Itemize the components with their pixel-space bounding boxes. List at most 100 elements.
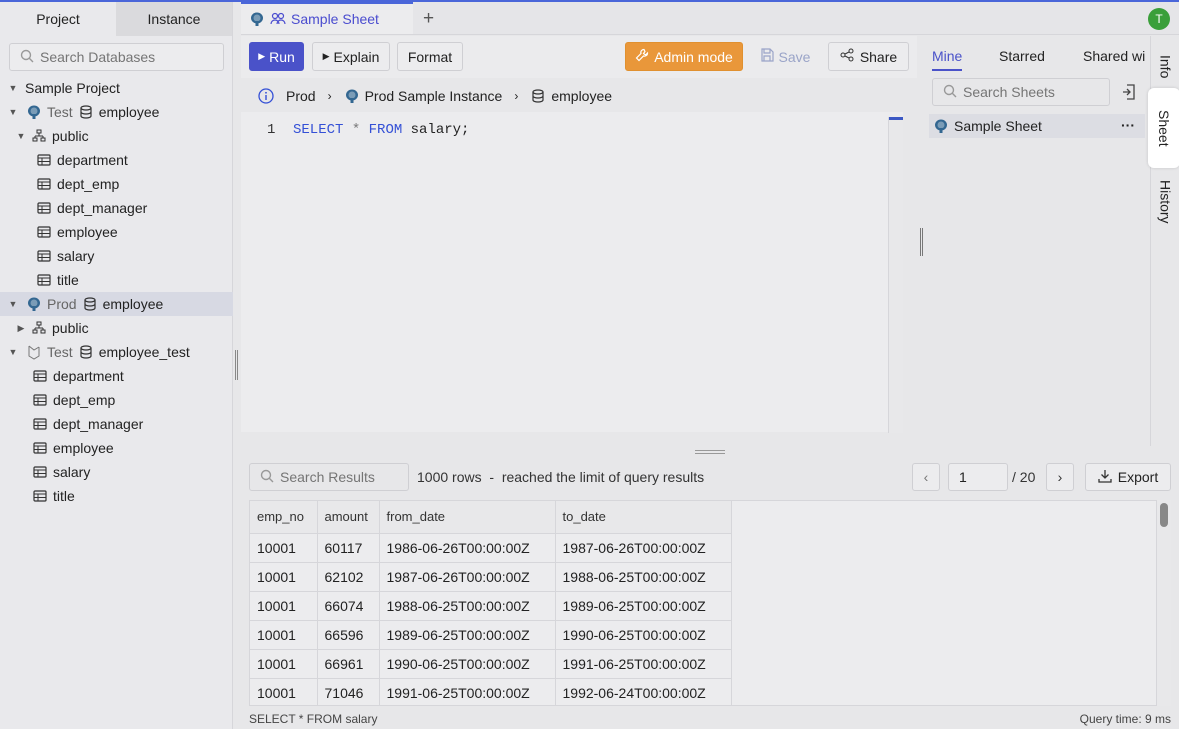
table-cell[interactable]: 1988-06-25T00:00:00Z <box>379 591 556 621</box>
table-cell[interactable]: 1986-06-26T00:00:00Z <box>379 533 556 563</box>
format-button[interactable]: Format <box>397 42 463 71</box>
results-table-wrapper: emp_no amount from_date to_date 10001 601… <box>249 500 1157 706</box>
table-cell[interactable]: 62102 <box>317 562 380 592</box>
results-search-input[interactable] <box>280 469 400 485</box>
table-cell[interactable]: 1989-06-25T00:00:00Z <box>555 591 732 621</box>
tree-table-salary[interactable]: salary <box>0 460 233 484</box>
avatar[interactable]: T <box>1148 8 1170 30</box>
scroll-thumb[interactable] <box>889 117 903 120</box>
column-header[interactable]: from_date <box>379 501 556 534</box>
prev-page-button[interactable]: ‹ <box>912 463 940 491</box>
tree-schema-public[interactable]: ▼ public <box>0 124 233 148</box>
info-icon[interactable] <box>258 88 274 104</box>
tree-table-dept-emp[interactable]: dept_emp <box>0 388 233 412</box>
results-scrollbar[interactable] <box>1157 500 1171 706</box>
table-cell[interactable]: 1991-06-25T00:00:00Z <box>379 678 556 705</box>
share-button[interactable]: Share <box>828 42 909 71</box>
left-resize-handle[interactable] <box>235 350 238 380</box>
tree-table-title[interactable]: title <box>0 484 233 508</box>
tree-table-department[interactable]: department <box>0 364 233 388</box>
database-search-input[interactable] <box>40 49 210 65</box>
table-cell[interactable]: 1987-06-26T00:00:00Z <box>555 533 732 563</box>
sheet-search-input[interactable] <box>963 84 1103 100</box>
table-cell[interactable]: 1992-06-24T00:00:00Z <box>555 678 732 705</box>
import-icon[interactable] <box>1122 84 1136 103</box>
column-header[interactable]: amount <box>317 501 380 534</box>
results-resize-handle[interactable] <box>695 450 725 454</box>
table-cell[interactable]: 10001 <box>250 591 318 621</box>
column-header[interactable]: to_date <box>555 501 732 534</box>
table-cell[interactable]: 66961 <box>317 649 380 679</box>
tab-project[interactable]: Project <box>0 2 116 36</box>
tree-schema-public-prod[interactable]: ▶ public <box>0 316 233 340</box>
save-button[interactable]: Save <box>753 42 817 71</box>
tab-mine[interactable]: Mine <box>932 48 963 71</box>
code-line[interactable]: SELECT * FROM salary; <box>293 122 469 138</box>
caret-right-icon[interactable]: ▶ <box>14 323 28 334</box>
results-search[interactable] <box>249 463 409 491</box>
sheet-list-item[interactable]: Sample Sheet ··· <box>929 114 1145 138</box>
tree-table-dept-manager[interactable]: dept_manager <box>0 412 233 436</box>
play-icon: ▶ <box>322 51 330 61</box>
tree-table-department[interactable]: department <box>0 148 233 172</box>
table-cell[interactable]: 71046 <box>317 678 380 705</box>
table-cell[interactable]: 1990-06-25T00:00:00Z <box>379 649 556 679</box>
tree-table-employee[interactable]: employee <box>0 436 233 460</box>
breadcrumb-instance[interactable]: Prod Sample Instance <box>365 88 503 104</box>
more-icon[interactable]: ··· <box>1121 117 1135 133</box>
tree-db-test-employee[interactable]: ▼ Test employee <box>0 100 233 124</box>
page-input[interactable] <box>948 463 1008 491</box>
breadcrumb-database[interactable]: employee <box>551 88 612 104</box>
tree-table-salary[interactable]: salary <box>0 244 233 268</box>
admin-mode-button[interactable]: Admin mode <box>625 42 743 71</box>
table-cell[interactable]: 66074 <box>317 591 380 621</box>
users-icon <box>270 11 286 27</box>
table-cell[interactable]: 1991-06-25T00:00:00Z <box>555 649 732 679</box>
tab-history[interactable]: History <box>1151 170 1179 234</box>
caret-down-icon[interactable]: ▼ <box>6 83 20 93</box>
run-button[interactable]: ▶ Run <box>249 42 304 71</box>
sheet-search[interactable] <box>932 78 1110 106</box>
right-resize-handle[interactable] <box>920 228 923 256</box>
scroll-thumb[interactable] <box>1160 503 1168 527</box>
breadcrumb-env[interactable]: Prod <box>286 88 316 104</box>
tab-shared[interactable]: Shared wi <box>1083 48 1145 64</box>
postgres-icon <box>26 104 42 120</box>
tree-table-dept-manager[interactable]: dept_manager <box>0 196 233 220</box>
caret-down-icon[interactable]: ▼ <box>14 131 28 141</box>
table-cell[interactable]: 10001 <box>250 649 318 679</box>
tab-sample-sheet[interactable]: Sample Sheet <box>241 2 413 34</box>
tree-table-employee[interactable]: employee <box>0 220 233 244</box>
next-page-button[interactable]: › <box>1046 463 1074 491</box>
table-cell[interactable]: 66596 <box>317 620 380 650</box>
column-header[interactable]: emp_no <box>250 501 318 534</box>
caret-down-icon[interactable]: ▼ <box>6 347 20 357</box>
caret-down-icon[interactable]: ▼ <box>6 299 20 309</box>
tab-info[interactable]: Info <box>1151 42 1179 92</box>
table-cell[interactable]: 10001 <box>250 562 318 592</box>
caret-down-icon[interactable]: ▼ <box>6 107 20 117</box>
table-cell[interactable]: 10001 <box>250 620 318 650</box>
tree-db-prod-employee[interactable]: ▼ Prod employee <box>0 292 233 316</box>
tree-project[interactable]: ▼ Sample Project <box>0 76 233 100</box>
sql-editor[interactable]: 1 SELECT * FROM salary; <box>241 112 903 432</box>
table-cell[interactable]: 1988-06-25T00:00:00Z <box>555 562 732 592</box>
tree-db-test-employee-test[interactable]: ▼ Test employee_test <box>0 340 233 364</box>
table-cell[interactable]: 10001 <box>250 533 318 563</box>
table-cell[interactable]: 10001 <box>250 678 318 705</box>
tree-table-dept-emp[interactable]: dept_emp <box>0 172 233 196</box>
editor-scrollbar[interactable] <box>888 117 903 433</box>
table-cell[interactable]: 1990-06-25T00:00:00Z <box>555 620 732 650</box>
table-cell[interactable]: 1987-06-26T00:00:00Z <box>379 562 556 592</box>
tab-starred[interactable]: Starred <box>999 48 1045 64</box>
database-search[interactable] <box>9 43 224 71</box>
table-cell[interactable]: 1989-06-25T00:00:00Z <box>379 620 556 650</box>
tab-instance[interactable]: Instance <box>116 2 232 36</box>
add-tab-button[interactable]: + <box>423 8 434 30</box>
table-cell[interactable]: 60117 <box>317 533 380 563</box>
explain-button[interactable]: ▶ Explain <box>312 42 390 71</box>
export-button[interactable]: Export <box>1085 463 1171 491</box>
tab-sheet[interactable]: Sheet <box>1148 88 1179 168</box>
chevron-right-icon: › <box>1057 469 1063 485</box>
tree-table-title[interactable]: title <box>0 268 233 292</box>
